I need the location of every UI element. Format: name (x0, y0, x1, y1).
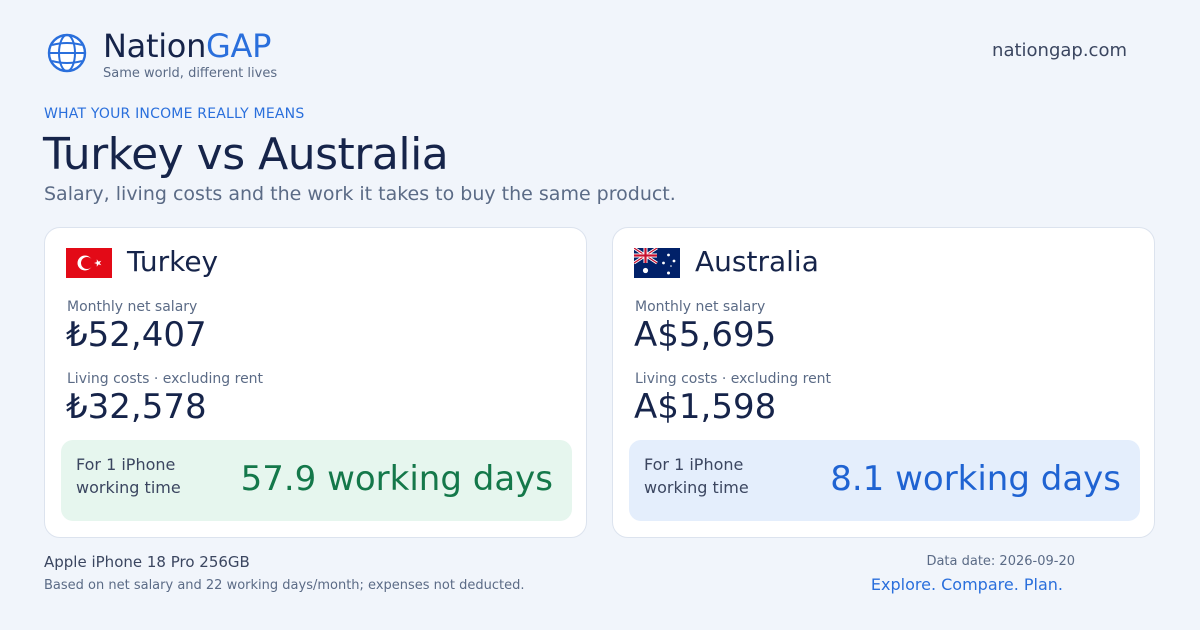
country-name: Turkey (127, 245, 219, 278)
brand-tagline: Same world, different lives (103, 66, 278, 81)
globe-logo-icon (47, 33, 87, 73)
salary-label: Monthly net salary (635, 299, 766, 315)
turkey-flag-icon (66, 248, 112, 278)
working-time-panel: For 1 iPhone working time 8.1 working da… (629, 440, 1140, 521)
product-name: Apple iPhone 18 Pro 256GB (44, 553, 250, 571)
living-costs-label: Living costs · excluding rent (67, 371, 264, 387)
page-subtitle: Salary, living costs and the work it tak… (44, 183, 676, 205)
living-costs-value: A$1,598 (634, 387, 777, 427)
country-card-turkey: Turkey Monthly net salary ₺52,407 Living… (44, 227, 587, 538)
working-time-label: For 1 iPhone working time (76, 455, 181, 497)
page-title: Turkey vs Australia (43, 129, 449, 180)
salary-value: ₺52,407 (66, 315, 207, 355)
working-time-value: 8.1 working days (830, 459, 1121, 499)
data-date: Data date: 2026-09-20 (926, 554, 1075, 569)
salary-value: A$5,695 (634, 315, 777, 355)
working-time-panel: For 1 iPhone working time 57.9 working d… (61, 440, 572, 521)
cta-link[interactable]: Explore. Compare. Plan. (840, 575, 1063, 594)
brand-name-part1: Nation (103, 27, 207, 65)
working-time-value: 57.9 working days (240, 459, 553, 499)
methodology-note: Based on net salary and 22 working days/… (44, 578, 525, 593)
living-costs-value: ₺32,578 (66, 387, 207, 427)
country-card-australia: Australia Monthly net salary A$5,695 Liv… (612, 227, 1155, 538)
salary-label: Monthly net salary (67, 299, 198, 315)
eyebrow-label: WHAT YOUR INCOME REALLY MEANS (44, 106, 305, 122)
living-costs-label: Living costs · excluding rent (635, 371, 832, 387)
brand-name-part2: GAP (206, 27, 272, 65)
working-time-label: For 1 iPhone working time (644, 455, 749, 497)
australia-flag-icon (634, 248, 680, 278)
country-name: Australia (695, 245, 819, 278)
brand-name[interactable]: NationGAP (103, 26, 271, 66)
site-domain[interactable]: nationgap.com (960, 40, 1127, 61)
